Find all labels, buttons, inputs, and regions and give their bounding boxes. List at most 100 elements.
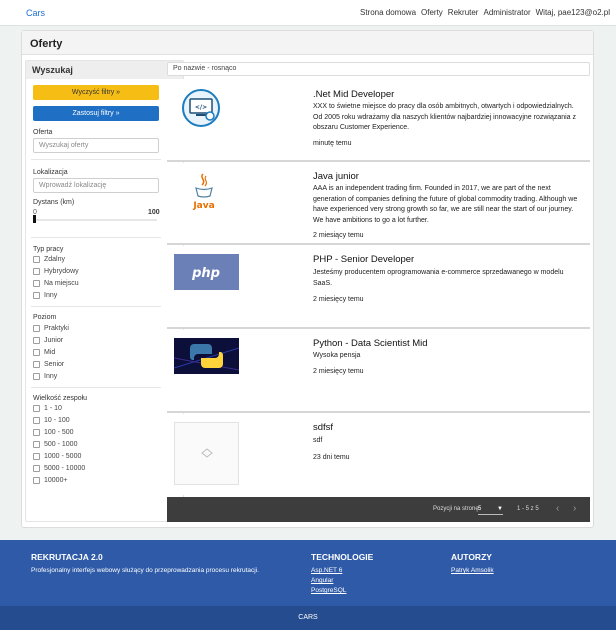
checkbox-icon[interactable]	[33, 256, 40, 263]
location-input[interactable]: Wprowadź lokalizację	[33, 178, 159, 193]
divider	[31, 237, 161, 238]
footer-title-app: REKRUTACJA 2.0	[31, 552, 103, 562]
level-option[interactable]: Inny	[33, 373, 57, 380]
team-size-option[interactable]: 1000 - 5000	[33, 453, 81, 460]
offer-time: 23 dni temu	[313, 454, 350, 461]
level-option[interactable]: Praktyki	[33, 325, 69, 332]
offer-title[interactable]: .Net Mid Developer	[313, 89, 394, 100]
team-size-option[interactable]: 10000+	[33, 477, 68, 484]
team-size-option[interactable]: 1 - 10	[33, 405, 62, 412]
footer-link-angular[interactable]: Angular	[311, 577, 333, 584]
php-logo-icon: php	[174, 254, 239, 290]
per-page-label: Pozycji na stronę:	[433, 506, 481, 512]
offer-description: Wysoka pensja	[313, 352, 361, 359]
distance-slider-thumb[interactable]	[33, 215, 36, 223]
offer-time: 2 miesięcy temu	[313, 368, 364, 375]
apply-filters-button[interactable]: Zastosuj filtry »	[33, 106, 159, 121]
footer-link-aspnet[interactable]: Asp.NET 6	[311, 567, 342, 574]
svg-text:</>: </>	[195, 104, 207, 111]
per-page-select[interactable]: 5 ▼	[478, 503, 503, 515]
footer-bottom-bar: CARS	[0, 606, 616, 630]
checkbox-icon[interactable]	[33, 325, 40, 332]
prev-page-icon[interactable]: ‹	[556, 503, 559, 514]
dotnet-logo-icon: </>	[181, 88, 221, 128]
top-navbar: Cars Strona domowa Oferty Rekruter Admin…	[0, 0, 616, 26]
offer-card[interactable]: php PHP - Senior Developer Jesteśmy prod…	[167, 246, 590, 329]
checkbox-icon[interactable]	[33, 349, 40, 356]
team-size-label: Wielkość zespołu	[33, 395, 88, 402]
sidebar-title: Wyszukaj	[26, 61, 183, 79]
offer-label: Oferta	[33, 129, 53, 136]
checkbox-icon[interactable]	[33, 465, 40, 472]
offer-time: 2 miesiący temu	[313, 232, 364, 239]
offer-card[interactable]: Python - Data Scientist Mid Wysoka pensj…	[167, 330, 590, 413]
checkbox-icon[interactable]	[33, 429, 40, 436]
checkbox-icon[interactable]	[33, 405, 40, 412]
work-type-option[interactable]: Inny	[33, 292, 57, 299]
page-title: Oferty	[22, 31, 593, 55]
divider	[31, 306, 161, 307]
nav-link-admin[interactable]: Administrator	[483, 8, 530, 17]
checkbox-icon[interactable]	[33, 417, 40, 424]
divider	[31, 159, 161, 160]
level-option[interactable]: Junior	[33, 337, 63, 344]
checkbox-icon[interactable]	[33, 292, 40, 299]
python-logo-icon	[173, 338, 240, 374]
checkbox-icon[interactable]	[33, 361, 40, 368]
distance-label: Dystans (km)	[33, 199, 75, 206]
chevron-down-icon: ▼	[497, 506, 503, 512]
brand-link[interactable]: Cars	[26, 8, 45, 18]
offer-card[interactable]: Java Java junior AAA is an independent t…	[167, 163, 590, 245]
offer-title[interactable]: PHP - Senior Developer	[313, 254, 414, 265]
nav-user-greeting[interactable]: Witaj, pae123@o2.pl	[536, 8, 610, 17]
divider	[31, 387, 161, 388]
next-page-icon[interactable]: ›	[573, 503, 576, 514]
team-size-option[interactable]: 100 - 500	[33, 429, 74, 436]
location-label: Lokalizacja	[33, 169, 68, 176]
offer-time: 2 miesięcy temu	[313, 296, 364, 303]
footer-link-postgresql[interactable]: PostgreSQL	[311, 587, 346, 594]
footer-description: Profesjonalny interfejs webowy służący d…	[31, 567, 259, 574]
offer-card[interactable]: sdfsf sdf 23 dni temu	[167, 414, 590, 495]
footer-link-author[interactable]: Patryk Amsolik	[451, 567, 494, 574]
offer-search-input[interactable]: Wyszukaj oferty	[33, 138, 159, 153]
work-type-option[interactable]: Na miejscu	[33, 280, 79, 287]
checkbox-icon[interactable]	[33, 477, 40, 484]
work-type-option[interactable]: Zdalny	[33, 256, 65, 263]
offer-description: XXX to świetne miejsce do pracy dla osób…	[313, 103, 577, 131]
nav-link-recruiter[interactable]: Rekruter	[448, 8, 479, 17]
checkbox-icon[interactable]	[33, 453, 40, 460]
search-sidebar: Wyszukaj Wyczyść filtry » Zastosuj filtr…	[25, 60, 184, 522]
paginator: Pozycji na stronę: 5 ▼ 1 - 5 z 5 ‹ ›	[167, 497, 590, 522]
distance-slider-track[interactable]	[35, 219, 157, 221]
offers-panel: Oferty Wyszukaj Wyczyść filtry » Zastosu…	[21, 30, 594, 528]
nav-links: Strona domowa Oferty Rekruter Administra…	[360, 8, 610, 17]
team-size-option[interactable]: 10 - 100	[33, 417, 70, 424]
level-option[interactable]: Senior	[33, 361, 64, 368]
footer-title-authors: AUTORZY	[451, 552, 492, 562]
work-type-option[interactable]: Hybrydowy	[33, 268, 79, 275]
offer-description: sdf	[313, 437, 323, 444]
checkbox-icon[interactable]	[33, 441, 40, 448]
team-size-option[interactable]: 5000 - 10000	[33, 465, 85, 472]
sort-select[interactable]: Po nazwie - rosnąco	[167, 62, 590, 76]
checkbox-icon[interactable]	[33, 280, 40, 287]
offer-title[interactable]: Java junior	[313, 171, 359, 182]
nav-link-home[interactable]: Strona domowa	[360, 8, 416, 17]
footer: REKRUTACJA 2.0 Profesjonalny interfejs w…	[0, 540, 616, 606]
clear-filters-button[interactable]: Wyczyść filtry »	[33, 85, 159, 100]
checkbox-icon[interactable]	[33, 373, 40, 380]
distance-max: 100	[148, 209, 160, 216]
nav-link-offers[interactable]: Oferty	[421, 8, 443, 17]
svg-text:Java: Java	[192, 201, 214, 211]
checkbox-icon[interactable]	[33, 268, 40, 275]
offer-card[interactable]: </> .Net Mid Developer XXX to świetne mi…	[167, 79, 590, 162]
svg-text:php: php	[191, 266, 220, 281]
checkbox-icon[interactable]	[33, 337, 40, 344]
offer-title[interactable]: sdfsf	[313, 422, 333, 433]
offer-title[interactable]: Python - Data Scientist Mid	[313, 338, 428, 349]
level-option[interactable]: Mid	[33, 349, 55, 356]
work-type-label: Typ pracy	[33, 246, 64, 253]
placeholder-image-icon	[174, 422, 239, 485]
team-size-option[interactable]: 500 - 1000	[33, 441, 77, 448]
